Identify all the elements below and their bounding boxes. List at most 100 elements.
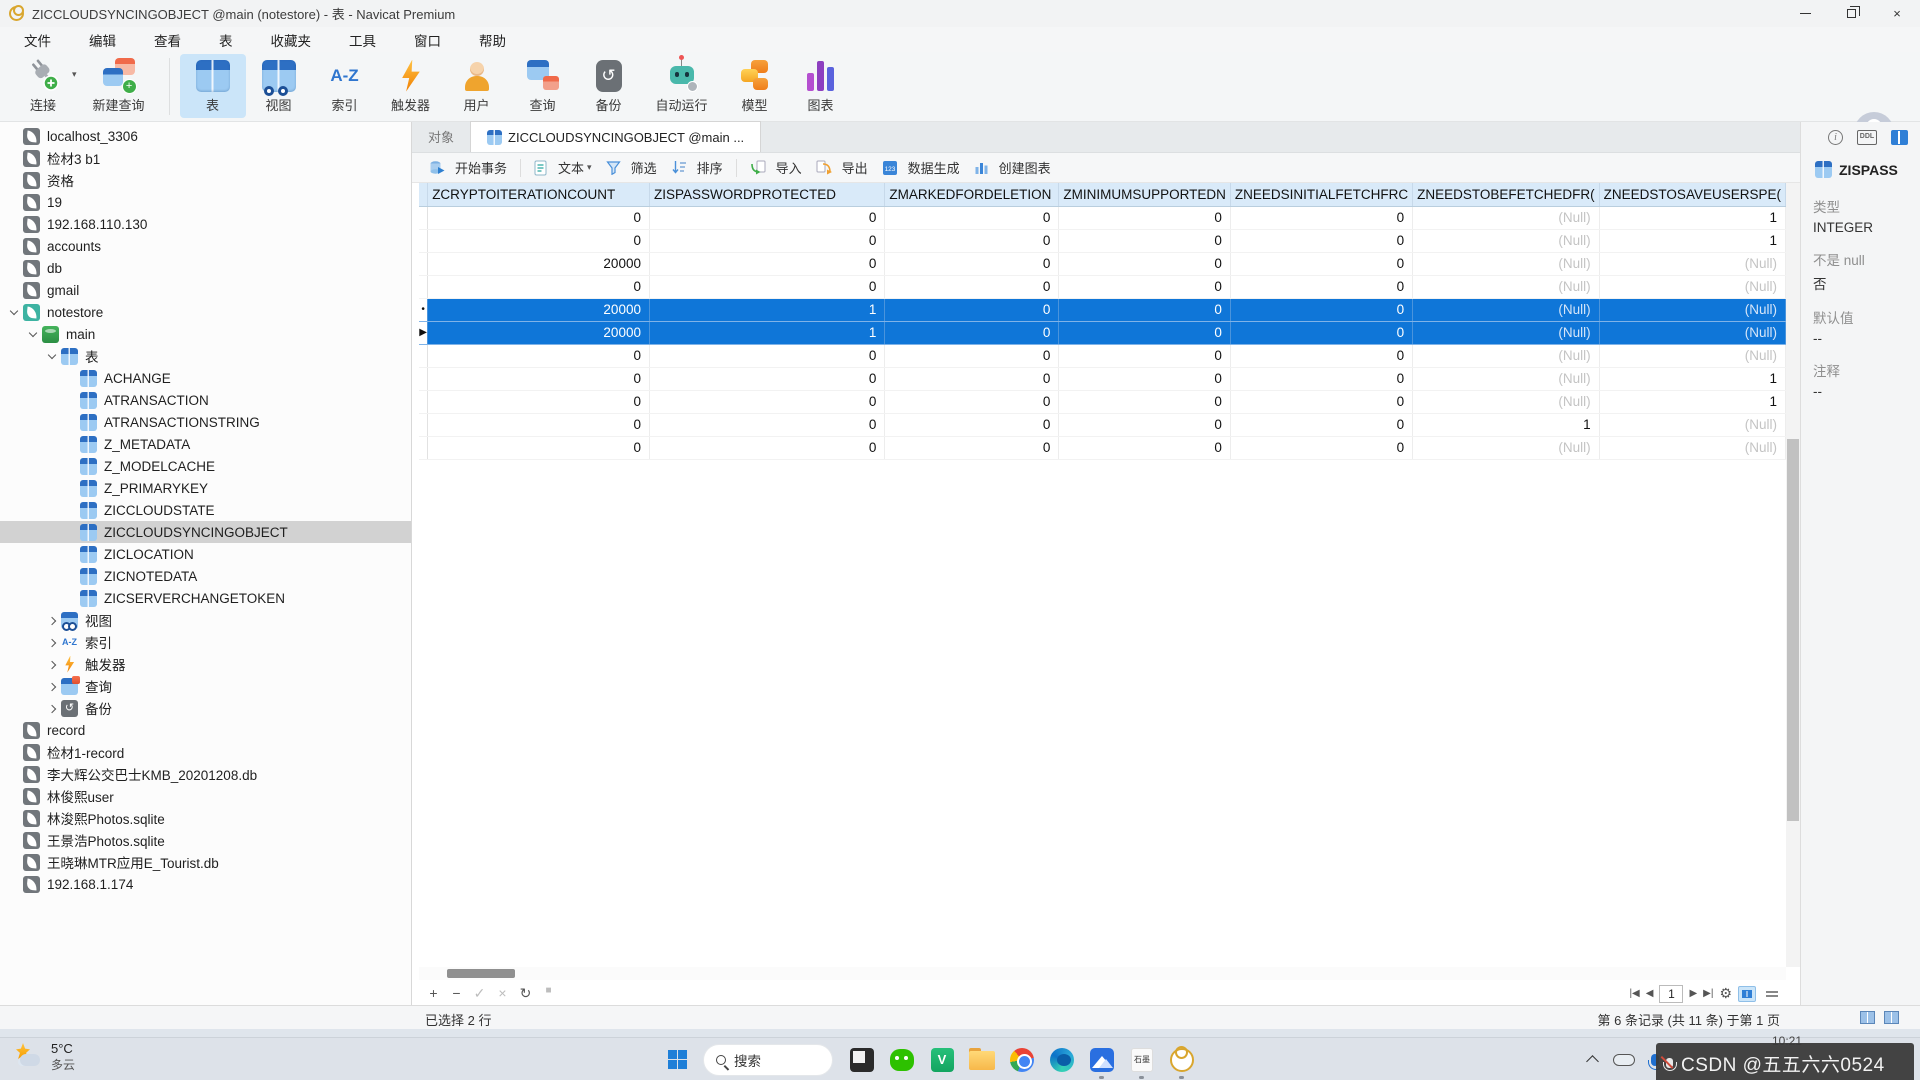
wechat-icon[interactable] — [882, 1040, 922, 1080]
grid-cell[interactable]: 0 — [1059, 275, 1231, 298]
grid-cell[interactable]: 0 — [1059, 252, 1231, 275]
toolbar-button-索引[interactable]: A-Z索引 — [312, 54, 378, 118]
grid-cell[interactable]: 0 — [1230, 229, 1412, 252]
grid-cell[interactable]: 0 — [885, 252, 1059, 275]
grid-cell[interactable]: (Null) — [1599, 344, 1785, 367]
grid-view-toggle[interactable] — [1738, 986, 1756, 1002]
grid-cell[interactable]: 1 — [1599, 206, 1785, 229]
table-toolbar-创建图表[interactable]: 创建图表 — [967, 155, 1058, 180]
tree-item-备份[interactable]: ↺备份 — [0, 697, 411, 719]
tree-item-192.168.1.174[interactable]: 192.168.1.174 — [0, 873, 411, 895]
grid-cell[interactable]: 0 — [1230, 321, 1412, 344]
horizontal-scrollbar[interactable] — [419, 967, 1786, 980]
grid-cell[interactable]: 0 — [649, 344, 884, 367]
tree-item-ACHANGE[interactable]: ACHANGE — [0, 367, 411, 389]
tree-item-19[interactable]: 19 — [0, 191, 411, 213]
column-header-ZMARKEDFORDELETION[interactable]: ZMARKEDFORDELETION — [885, 183, 1059, 206]
tree-item-ATRANSACTIONSTRING[interactable]: ATRANSACTIONSTRING — [0, 411, 411, 433]
menu-item-编辑[interactable]: 编辑 — [75, 27, 130, 53]
first-page-icon[interactable]: |◀ — [1629, 988, 1639, 999]
tree-item-record[interactable]: record — [0, 719, 411, 741]
column-header-ZNEEDSINITIALFETCHFRC[interactable]: ZNEEDSINITIALFETCHFRC — [1230, 183, 1412, 206]
tree-item-accounts[interactable]: accounts — [0, 235, 411, 257]
add-record-icon[interactable]: + — [422, 985, 445, 1002]
tree-item-ZICNOTEDATA[interactable]: ZICNOTEDATA — [0, 565, 411, 587]
tree-item-main[interactable]: main — [0, 323, 411, 345]
chevron-right-icon[interactable] — [44, 657, 59, 672]
tree-item-ZICLOCATION[interactable]: ZICLOCATION — [0, 543, 411, 565]
tree-item-李大辉公交巴士KMB_20201208.db[interactable]: 李大辉公交巴士KMB_20201208.db — [0, 763, 411, 785]
grid-cell[interactable]: (Null) — [1413, 344, 1600, 367]
table-toolbar-开始事务[interactable]: 开始事务 — [422, 155, 514, 180]
grid-cell[interactable]: (Null) — [1413, 275, 1600, 298]
grid-cell[interactable]: 0 — [885, 344, 1059, 367]
tab-对象[interactable]: 对象 — [412, 121, 470, 152]
menu-item-文件[interactable]: 文件 — [10, 27, 65, 53]
chevron-right-icon[interactable] — [44, 701, 59, 716]
toolbar-button-用户[interactable]: 用户 — [444, 54, 510, 118]
toolbar-button-备份[interactable]: ↺备份 — [576, 54, 642, 118]
grid-cell[interactable]: 0 — [1059, 413, 1231, 436]
grid-cell[interactable]: 1 — [649, 321, 884, 344]
grid-cell[interactable]: 0 — [885, 413, 1059, 436]
grid-cell[interactable]: 0 — [1230, 206, 1412, 229]
grid-cell[interactable]: 0 — [649, 367, 884, 390]
table-toolbar-排序[interactable]: 排序 — [664, 155, 730, 180]
page-number-input[interactable]: 1 — [1659, 985, 1683, 1003]
chevron-down-icon[interactable] — [25, 327, 40, 342]
toolbar-button-自动运行[interactable]: 自动运行 — [642, 54, 722, 118]
edge-icon[interactable] — [1042, 1040, 1082, 1080]
grid-cell[interactable]: (Null) — [1599, 321, 1785, 344]
tray-chevron-up-icon[interactable] — [1586, 1055, 1599, 1068]
tree-item-Z_MODELCACHE[interactable]: Z_MODELCACHE — [0, 455, 411, 477]
settings-gear-icon[interactable]: ⚙ — [1719, 985, 1732, 1002]
toolbar-button-视图[interactable]: 视图 — [246, 54, 312, 118]
info-tab-icon[interactable]: i — [1828, 130, 1843, 145]
chevron-down-icon[interactable] — [44, 349, 59, 364]
table-toolbar-导入[interactable]: 导入 — [743, 155, 809, 180]
grid-cell[interactable]: 0 — [1059, 390, 1231, 413]
tree-item-查询[interactable]: 查询 — [0, 675, 411, 697]
tree-item-ZICCLOUDSYNCINGOBJECT[interactable]: ZICCLOUDSYNCINGOBJECT — [0, 521, 411, 543]
grid-cell[interactable]: 0 — [1230, 413, 1412, 436]
table-toolbar-筛选[interactable]: 筛选 — [599, 155, 664, 180]
tree-item-林浚熙Photos.sqlite[interactable]: 林浚熙Photos.sqlite — [0, 807, 411, 829]
grid-cell[interactable]: 0 — [428, 367, 650, 390]
grid-cell[interactable]: 20000 — [428, 321, 650, 344]
grid-cell[interactable]: 0 — [885, 206, 1059, 229]
next-page-icon[interactable]: ▶ — [1689, 988, 1697, 999]
grid-cell[interactable]: 0 — [1059, 298, 1231, 321]
grid-cell[interactable]: 0 — [649, 206, 884, 229]
menu-item-窗口[interactable]: 窗口 — [400, 27, 455, 53]
tree-item-localhost_3306[interactable]: localhost_3306 — [0, 125, 411, 147]
delete-record-icon[interactable]: − — [445, 985, 468, 1002]
grid-cell[interactable]: 0 — [1230, 275, 1412, 298]
dock-grid-icon[interactable] — [1859, 1010, 1876, 1025]
grid-cell[interactable]: 1 — [1599, 367, 1785, 390]
menu-item-表[interactable]: 表 — [205, 27, 247, 53]
grid-cell[interactable]: 0 — [649, 390, 884, 413]
tree-item-notestore[interactable]: notestore — [0, 301, 411, 323]
grid-cell[interactable]: (Null) — [1599, 252, 1785, 275]
tree-item-资格[interactable]: 资格 — [0, 169, 411, 191]
column-header-ZNEEDSTOSAVEUSERSPE([interactable]: ZNEEDSTOSAVEUSERSPE( — [1599, 183, 1785, 206]
tree-item-林俊熙user[interactable]: 林俊熙user — [0, 785, 411, 807]
tree-item-王景浩Photos.sqlite[interactable]: 王景浩Photos.sqlite — [0, 829, 411, 851]
toolbar-button-连接[interactable]: 连接 — [10, 54, 76, 118]
grid-cell[interactable]: 0 — [428, 344, 650, 367]
grid-cell[interactable]: 0 — [1059, 344, 1231, 367]
grid-cell[interactable]: 0 — [885, 436, 1059, 459]
menu-item-查看[interactable]: 查看 — [140, 27, 195, 53]
tree-item-Z_PRIMARYKEY[interactable]: Z_PRIMARYKEY — [0, 477, 411, 499]
grid-cell[interactable]: (Null) — [1599, 436, 1785, 459]
column-header-ZISPASSWORDPROTECTED[interactable]: ZISPASSWORDPROTECTED — [649, 183, 884, 206]
grid-cell[interactable]: 20000 — [428, 298, 650, 321]
grid-cell[interactable]: 0 — [428, 206, 650, 229]
grid-cell[interactable]: 0 — [885, 229, 1059, 252]
grid-cell[interactable]: 0 — [649, 252, 884, 275]
grid-cell[interactable]: 0 — [649, 275, 884, 298]
grid-cell[interactable]: 0 — [1230, 344, 1412, 367]
start-button[interactable] — [660, 1043, 694, 1077]
grid-cell[interactable]: 0 — [1059, 206, 1231, 229]
toolbar-button-触发器[interactable]: 触发器 — [378, 54, 444, 118]
